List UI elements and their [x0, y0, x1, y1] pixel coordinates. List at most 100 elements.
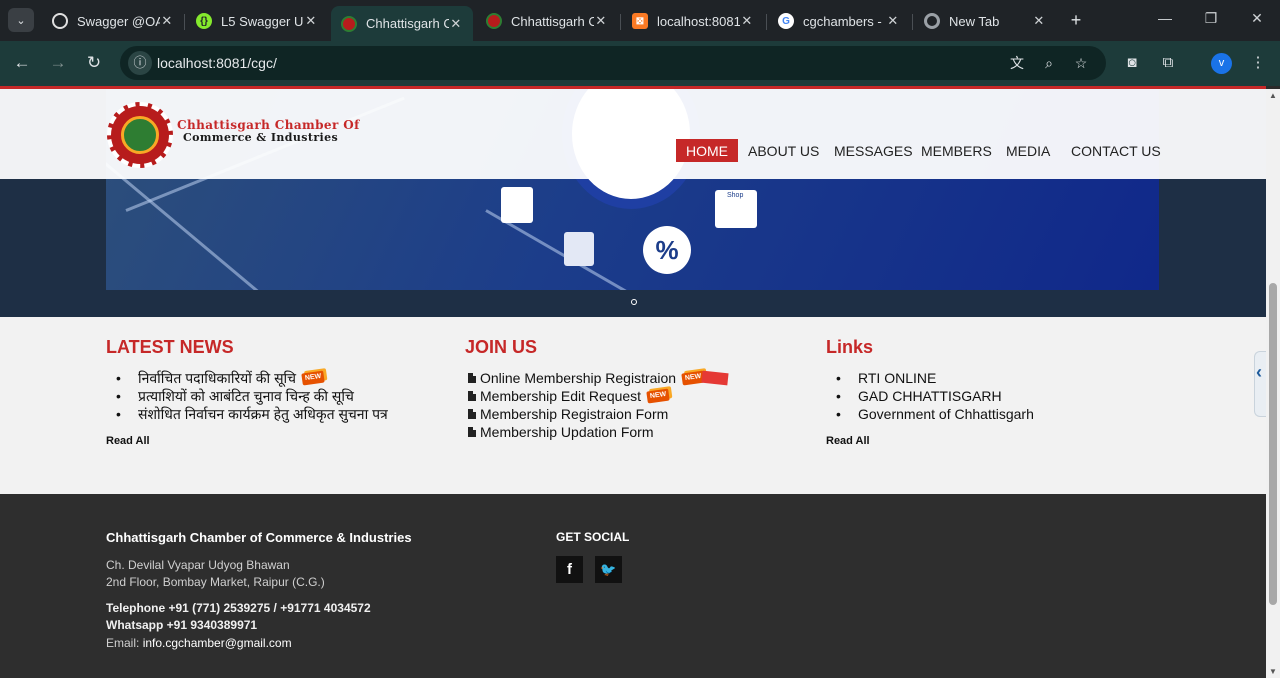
info-section: LATEST NEWS निर्वाचित पदाधिकारियों की सू…	[0, 317, 1266, 494]
browser-tab[interactable]: G cgchambers - ✕	[768, 6, 910, 36]
footer-address-line1: Ch. Devilal Vyapar Udyog Bhawan	[106, 558, 290, 572]
links-title: Links	[826, 337, 874, 357]
new-badge-icon: NEW	[646, 388, 671, 404]
site-header: Chhattisgarh Chamber Of Commerce & Indus…	[0, 89, 1266, 179]
tab-title: Chhattisgarh C	[511, 13, 594, 29]
close-icon[interactable]: ✕	[886, 13, 900, 29]
browser-toolbar: ← → ↻ ⓘ localhost:8081/cgc/ 文 ⌕ ☆ ◙ ⧉ v …	[0, 41, 1280, 86]
nav-contact-us[interactable]: CONTACT US	[1071, 139, 1161, 162]
twitter-icon[interactable]: 🐦	[595, 556, 622, 583]
nav-members[interactable]: MEMBERS	[921, 139, 992, 162]
tab-search-button[interactable]: ⌄	[8, 8, 34, 32]
url-text[interactable]: localhost:8081/cgc/	[157, 55, 277, 71]
nav-media[interactable]: MEDIA	[1006, 139, 1050, 162]
get-social-title: GET SOCIAL	[556, 530, 630, 544]
footer-email-row: Email: info.cgchamber@gmail.com	[106, 636, 292, 650]
chamber-logo[interactable]	[107, 102, 173, 168]
facebook-icon[interactable]: f	[556, 556, 583, 583]
footer-org-name: Chhattisgarh Chamber of Commerce & Indus…	[106, 530, 412, 545]
site-info-icon[interactable]: ⓘ	[128, 51, 152, 75]
tab-separator	[620, 14, 621, 30]
new-badge-icon: NEW	[301, 370, 326, 386]
news-item[interactable]: निर्वाचित पदाधिकारियों की सूचि NEW	[106, 369, 388, 387]
chrome-icon	[924, 13, 940, 29]
browser-tab[interactable]: {} L5 Swagger UI ✕	[186, 6, 328, 36]
close-icon[interactable]: ✕	[160, 13, 174, 29]
minimize-icon[interactable]: —	[1155, 10, 1175, 26]
tab-separator	[766, 14, 767, 30]
close-icon[interactable]: ✕	[1032, 13, 1046, 29]
new-tab-button[interactable]: +	[1066, 10, 1086, 31]
close-icon[interactable]: ✕	[740, 13, 754, 29]
join-item[interactable]: Membership Registraion Form	[468, 405, 728, 423]
side-panel-toggle-icon[interactable]: ‹	[1254, 351, 1266, 417]
footer-email-link[interactable]: info.cgchamber@gmail.com	[143, 636, 292, 650]
document-icon	[468, 391, 476, 401]
document-icon	[468, 409, 476, 419]
join-item[interactable]: Membership Updation Form	[468, 423, 728, 441]
forward-arrow-icon[interactable]: →	[47, 52, 69, 74]
news-read-all-link[interactable]: Read All	[106, 435, 150, 447]
logo-emblem	[121, 116, 159, 154]
browser-tab[interactable]: Swagger @OA ✕	[42, 6, 184, 36]
tab-separator	[912, 14, 913, 30]
footer-whatsapp: Whatsapp +91 9340389971	[106, 618, 258, 632]
close-window-icon[interactable]: ✕	[1247, 10, 1267, 27]
tab-title: localhost:8081	[657, 13, 740, 29]
join-us-list: Online Membership Registraion NEW Member…	[468, 369, 729, 441]
extensions-puzzle-icon[interactable]: ⧉	[1158, 53, 1178, 73]
document-icon	[468, 427, 476, 437]
weighing-scale-icon	[501, 187, 533, 223]
tab-title: Chhattisgarh C	[366, 16, 449, 31]
document-icon	[468, 373, 476, 383]
link-item[interactable]: Government of Chhattisgarh	[826, 405, 1034, 423]
browser-tab[interactable]: New Tab ✕	[914, 6, 1056, 36]
scrollbar-thumb[interactable]	[1269, 283, 1277, 605]
tab-separator	[184, 14, 185, 30]
site-footer: Chhattisgarh Chamber of Commerce & Indus…	[0, 494, 1266, 678]
browser-tab[interactable]: Chhattisgarh C ✕	[476, 6, 618, 36]
restore-icon[interactable]: ❐	[1201, 10, 1221, 27]
news-item[interactable]: प्रत्याशियों को आबंटित चुनाव चिन्ह की सू…	[106, 387, 388, 405]
new-ribbon-icon	[701, 370, 729, 386]
translate-icon[interactable]: 文	[1008, 54, 1026, 72]
google-icon: G	[778, 13, 794, 29]
nav-about-us[interactable]: ABOUT US	[748, 139, 819, 162]
percent-icon: %	[643, 226, 691, 274]
profile-avatar[interactable]: v	[1211, 53, 1232, 74]
footer-telephone: Telephone +91 (771) 2539275 / +91771 403…	[106, 601, 371, 615]
close-icon[interactable]: ✕	[449, 16, 463, 32]
links-read-all-link[interactable]: Read All	[826, 435, 870, 447]
page-scrollbar[interactable]: ▲ ▼	[1266, 89, 1280, 678]
latest-news-title: LATEST NEWS	[106, 337, 234, 357]
link-item[interactable]: GAD CHHATTISGARH	[826, 387, 1034, 405]
shop-label: Shop	[727, 192, 744, 199]
nav-home[interactable]: HOME	[676, 139, 738, 162]
close-icon[interactable]: ✕	[594, 13, 608, 29]
address-bar[interactable]: ⓘ localhost:8081/cgc/ 文 ⌕ ☆	[120, 46, 1106, 80]
bookmark-star-icon[interactable]: ☆	[1072, 54, 1090, 72]
reload-icon[interactable]: ↻	[83, 52, 105, 74]
join-item[interactable]: Online Membership Registraion NEW	[468, 369, 729, 387]
join-item[interactable]: Membership Edit Request NEW	[468, 387, 728, 405]
close-icon[interactable]: ✕	[304, 13, 318, 29]
nav-messages[interactable]: MESSAGES	[834, 139, 913, 162]
logo-title-line1[interactable]: Chhattisgarh Chamber Of	[177, 118, 360, 132]
news-item[interactable]: संशोधित निर्वाचन कार्यक्रम हेतु अधिकृत स…	[106, 405, 388, 423]
back-arrow-icon[interactable]: ←	[11, 52, 33, 74]
more-menu-icon[interactable]: ⋮	[1248, 53, 1268, 73]
scroll-down-arrow-icon[interactable]: ▼	[1269, 667, 1277, 676]
tab-title: L5 Swagger UI	[221, 13, 304, 29]
tab-title: New Tab	[949, 13, 1000, 29]
scroll-up-arrow-icon[interactable]: ▲	[1269, 91, 1277, 100]
camera-icon[interactable]: ◙	[1122, 53, 1142, 73]
logo-title-line2[interactable]: Commerce & Industries	[183, 131, 338, 144]
browser-tab-active[interactable]: Chhattisgarh C ✕	[331, 6, 473, 41]
browser-tab[interactable]: ⊠ localhost:8081 ✕	[622, 6, 764, 36]
link-item[interactable]: RTI ONLINE	[826, 369, 1034, 387]
slider-dot[interactable]	[631, 299, 637, 305]
emblem-city-text: रायपुर	[608, 181, 633, 193]
swagger-icon	[52, 13, 68, 29]
tab-strip: ⌄ Swagger @OA ✕ {} L5 Swagger UI ✕ Chhat…	[0, 0, 1280, 41]
zoom-icon[interactable]: ⌕	[1040, 54, 1058, 72]
